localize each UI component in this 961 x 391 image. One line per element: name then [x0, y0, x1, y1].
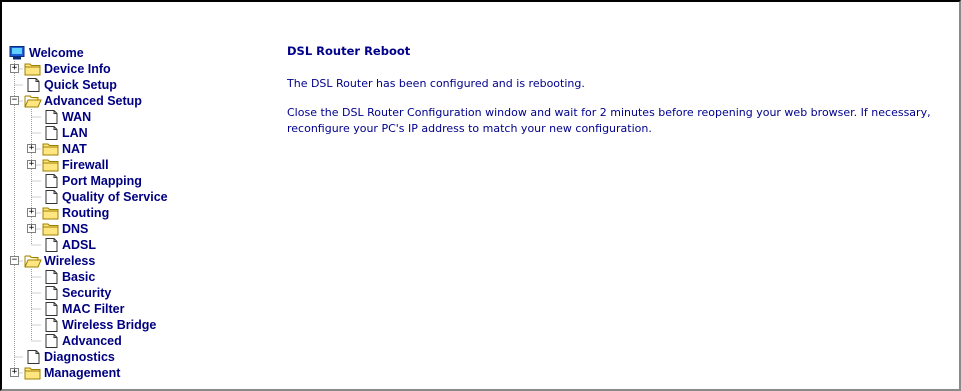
tree-item-label: Wireless — [44, 254, 96, 268]
expand-nat-toggle[interactable]: + — [27, 144, 36, 153]
tree-item-label: MAC Filter — [62, 302, 125, 316]
page-icon — [24, 350, 42, 364]
tree-item-label: Device Info — [44, 62, 111, 76]
tree-item-label: DNS — [62, 222, 89, 236]
tree-item-wireless-bridge[interactable]: Wireless Bridge — [42, 317, 156, 333]
folder-icon — [42, 222, 60, 236]
tree-item-label: Quick Setup — [44, 78, 117, 92]
tree-item-wireless[interactable]: Wireless — [24, 253, 95, 269]
tree-item-welcome[interactable]: Welcome — [9, 45, 84, 61]
tree-item-basic[interactable]: Basic — [42, 269, 95, 285]
tree-item-label: Security — [62, 286, 112, 300]
tree-item-wan[interactable]: WAN — [42, 109, 91, 125]
tree-item-management[interactable]: Management — [24, 365, 120, 381]
reboot-status-message: The DSL Router has been configured and i… — [287, 77, 585, 90]
page-icon — [42, 302, 60, 316]
tree-item-label: Routing — [62, 206, 110, 220]
tree-item-firewall[interactable]: Firewall — [42, 157, 109, 173]
nav-tree: + − + + + + − + Welcome Device Info Quic… — [9, 45, 249, 385]
tree-item-label: NAT — [62, 142, 87, 156]
tree-item-nat[interactable]: NAT — [42, 141, 87, 157]
tree-item-label: Firewall — [62, 158, 109, 172]
tree-item-label: Basic — [62, 270, 96, 284]
page-icon — [42, 110, 60, 124]
page-frame: + − + + + + − + Welcome Device Info Quic… — [0, 0, 961, 391]
tree-item-quick-setup[interactable]: Quick Setup — [24, 77, 117, 93]
tree-item-dns[interactable]: DNS — [42, 221, 88, 237]
page-icon — [42, 334, 60, 348]
tree-item-label: Management — [44, 366, 121, 380]
tree-item-label: Welcome — [29, 46, 84, 60]
tree-item-wireless-advanced[interactable]: Advanced — [42, 333, 122, 349]
folder-icon — [42, 158, 60, 172]
collapse-advanced-setup-toggle[interactable]: − — [10, 96, 19, 105]
page-icon — [24, 78, 42, 92]
expand-dns-toggle[interactable]: + — [27, 224, 36, 233]
expand-routing-toggle[interactable]: + — [27, 208, 36, 217]
computer-icon — [9, 46, 27, 60]
tree-item-routing[interactable]: Routing — [42, 205, 109, 221]
tree-item-lan[interactable]: LAN — [42, 125, 88, 141]
expand-firewall-toggle[interactable]: + — [27, 160, 36, 169]
tree-item-port-mapping[interactable]: Port Mapping — [42, 173, 142, 189]
folder-icon — [24, 366, 42, 380]
tree-item-quality-of-service[interactable]: Quality of Service — [42, 189, 168, 205]
expand-management-toggle[interactable]: + — [10, 368, 19, 377]
tree-item-label: ADSL — [62, 238, 97, 252]
collapse-wireless-toggle[interactable]: − — [10, 256, 19, 265]
tree-item-label: LAN — [62, 126, 88, 140]
page-icon — [42, 126, 60, 140]
reboot-instructions-message: Close the DSL Router Configuration windo… — [287, 106, 931, 135]
tree-item-label: Advanced Setup — [44, 94, 142, 108]
tree-item-adsl[interactable]: ADSL — [42, 237, 96, 253]
main-content: DSL Router Reboot The DSL Router has bee… — [287, 42, 957, 137]
tree-item-label: Advanced — [62, 334, 122, 348]
tree-item-advanced-setup[interactable]: Advanced Setup — [24, 93, 142, 109]
tree-item-label: Quality of Service — [62, 190, 168, 204]
folder-icon — [42, 142, 60, 156]
folder-icon — [42, 206, 60, 220]
page-title: DSL Router Reboot — [287, 44, 411, 58]
expand-device-info-toggle[interactable]: + — [10, 64, 19, 73]
tree-item-mac-filter[interactable]: MAC Filter — [42, 301, 125, 317]
tree-item-diagnostics[interactable]: Diagnostics — [24, 349, 115, 365]
folder-icon — [24, 62, 42, 76]
page-icon — [42, 270, 60, 284]
tree-item-security[interactable]: Security — [42, 285, 111, 301]
open-folder-icon — [24, 94, 42, 108]
tree-item-label: Wireless Bridge — [62, 318, 157, 332]
page-icon — [42, 174, 60, 188]
page-icon — [42, 286, 60, 300]
tree-item-label: Port Mapping — [62, 174, 142, 188]
page-icon — [42, 318, 60, 332]
tree-item-label: Diagnostics — [44, 350, 115, 364]
open-folder-icon — [24, 254, 42, 268]
tree-item-device-info[interactable]: Device Info — [24, 61, 111, 77]
page-icon — [42, 238, 60, 252]
tree-item-label: WAN — [62, 110, 92, 124]
page-icon — [42, 190, 60, 204]
